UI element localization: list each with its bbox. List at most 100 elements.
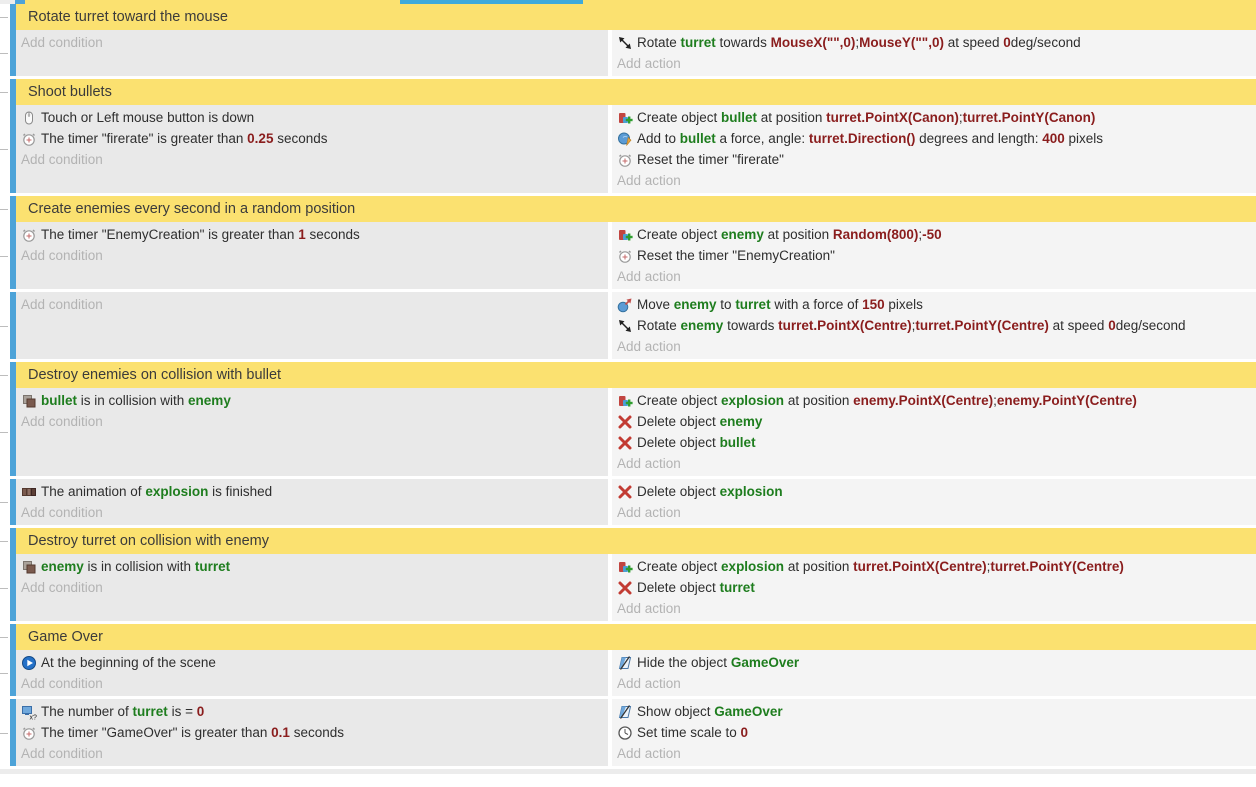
event-group-header[interactable]: Destroy turret on collision with enemy [0, 528, 1256, 554]
action-line[interactable]: Delete object turret [612, 577, 1256, 598]
event-handle[interactable] [10, 699, 16, 766]
add-action-button[interactable]: Add action [612, 673, 1256, 694]
action-line[interactable]: Create object explosion at position enem… [612, 390, 1256, 411]
add-condition-button[interactable]: Add condition [16, 673, 608, 694]
action-line[interactable]: Reset the timer "EnemyCreation" [612, 245, 1256, 266]
event-block: bullet is in collision with enemyAdd con… [0, 388, 1256, 476]
object-name: turret [195, 559, 230, 574]
add-condition-button[interactable]: Add condition [16, 32, 608, 53]
text-segment: Delete object [637, 484, 720, 499]
add-action-button[interactable]: Add action [612, 598, 1256, 619]
object-name: GameOver [731, 655, 799, 670]
action-line[interactable]: Reset the timer "firerate" [612, 149, 1256, 170]
add-action-button[interactable]: Add action [612, 266, 1256, 287]
condition-line[interactable]: bullet is in collision with enemy [16, 390, 608, 411]
event-group-header[interactable]: Destroy enemies on collision with bullet [0, 362, 1256, 388]
action-text: Delete object bullet [637, 435, 756, 450]
timer-icon [617, 152, 633, 168]
event-handle[interactable] [10, 528, 16, 554]
event-group-header[interactable]: Shoot bullets [0, 79, 1256, 105]
text-segment: Move [637, 297, 674, 312]
event-handle[interactable] [10, 196, 16, 222]
action-line[interactable]: Show object GameOver [612, 701, 1256, 722]
action-line[interactable]: Delete object explosion [612, 481, 1256, 502]
add-action-button[interactable]: Add action [612, 502, 1256, 523]
condition-line[interactable]: The timer "GameOver" is greater than 0.1… [16, 722, 608, 743]
event-handle[interactable] [10, 650, 16, 696]
action-text: Set time scale to 0 [637, 725, 748, 740]
actions-column: Move enemy to turret with a force of 150… [612, 292, 1256, 359]
add-condition-button[interactable]: Add condition [16, 245, 608, 266]
event-block: Add conditionRotate turret towards Mouse… [0, 30, 1256, 76]
conditions-column: Touch or Left mouse button is downThe ti… [16, 105, 608, 193]
action-line[interactable]: Move enemy to turret with a force of 150… [612, 294, 1256, 315]
event-handle[interactable] [10, 554, 16, 621]
action-line[interactable]: Rotate turret towards MouseX("",0);Mouse… [612, 32, 1256, 53]
event-group-header[interactable]: Create enemies every second in a random … [0, 196, 1256, 222]
add-condition-button[interactable]: Add condition [16, 502, 608, 523]
event-handle[interactable] [10, 362, 16, 388]
add-action-button[interactable]: Add action [612, 336, 1256, 357]
event-handle[interactable] [10, 105, 16, 193]
event-handle[interactable] [10, 624, 16, 650]
add-condition-button[interactable]: Add condition [16, 149, 608, 170]
condition-text: The timer "GameOver" is greater than 0.1… [41, 725, 344, 740]
event-handle[interactable] [10, 222, 16, 289]
condition-line[interactable]: x?The number of turret is = 0 [16, 701, 608, 722]
text-segment: is in collision with [77, 393, 188, 408]
action-line[interactable]: Add to bullet a force, angle: turret.Dir… [612, 128, 1256, 149]
text-segment: Rotate [637, 35, 681, 50]
text-segment: at position [764, 227, 833, 242]
add-condition-button[interactable]: Add condition [16, 743, 608, 764]
add-action-button[interactable]: Add action [612, 53, 1256, 74]
text-segment: Set time scale to [637, 725, 741, 740]
expression: 0 [1108, 318, 1116, 333]
action-line[interactable]: Delete object enemy [612, 411, 1256, 432]
add-action-button[interactable]: Add action [612, 170, 1256, 191]
tree-tick [0, 149, 8, 150]
action-line[interactable]: Delete object bullet [612, 432, 1256, 453]
action-text: Create object explosion at position turr… [637, 559, 1124, 574]
add-condition-button[interactable]: Add condition [16, 411, 608, 432]
tree-tick [0, 17, 8, 18]
add-action-button[interactable]: Add action [612, 453, 1256, 474]
add-action-button[interactable]: Add action [612, 743, 1256, 764]
group-title: Shoot bullets [28, 84, 112, 100]
expression: turret.PointX(Canon) [826, 110, 959, 125]
add-condition-button[interactable]: Add condition [16, 294, 608, 315]
delete-icon [617, 435, 633, 451]
text-segment: The timer "EnemyCreation" is greater tha… [41, 227, 298, 242]
action-line[interactable]: Create object bullet at position turret.… [612, 107, 1256, 128]
action-text: Delete object turret [637, 580, 755, 595]
add-condition-button[interactable]: Add condition [16, 577, 608, 598]
action-line[interactable]: Create object explosion at position turr… [612, 556, 1256, 577]
event-handle[interactable] [10, 292, 16, 359]
condition-line[interactable]: Touch or Left mouse button is down [16, 107, 608, 128]
action-line[interactable]: Hide the object GameOver [612, 652, 1256, 673]
text-segment: Add to [637, 131, 680, 146]
event-group-header[interactable]: Rotate turret toward the mouse [0, 4, 1256, 30]
text-segment: seconds [306, 227, 360, 242]
action-line[interactable]: Set time scale to 0 [612, 722, 1256, 743]
event-handle[interactable] [10, 479, 16, 525]
condition-line[interactable]: The timer "firerate" is greater than 0.2… [16, 128, 608, 149]
text-segment: Hide the object [637, 655, 731, 670]
condition-line[interactable]: enemy is in collision with turret [16, 556, 608, 577]
conditions-column: Add condition [16, 292, 608, 359]
condition-line[interactable]: At the beginning of the scene [16, 652, 608, 673]
action-line[interactable]: Rotate enemy towards turret.PointX(Centr… [612, 315, 1256, 336]
text-segment: degrees and length: [915, 131, 1042, 146]
rotate-icon [617, 35, 633, 51]
event-handle[interactable] [10, 79, 16, 105]
event-handle[interactable] [10, 388, 16, 476]
event-handle[interactable] [10, 30, 16, 76]
object-name: bullet [41, 393, 77, 408]
condition-line[interactable]: The animation of explosion is finished [16, 481, 608, 502]
condition-line[interactable]: The timer "EnemyCreation" is greater tha… [16, 224, 608, 245]
object-name: bullet [680, 131, 716, 146]
action-line[interactable]: Create object enemy at position Random(8… [612, 224, 1256, 245]
event-handle[interactable] [10, 4, 16, 30]
text-segment: The timer "firerate" is greater than [41, 131, 247, 146]
event-group-header[interactable]: Game Over [0, 624, 1256, 650]
group-title: Game Over [28, 629, 103, 645]
